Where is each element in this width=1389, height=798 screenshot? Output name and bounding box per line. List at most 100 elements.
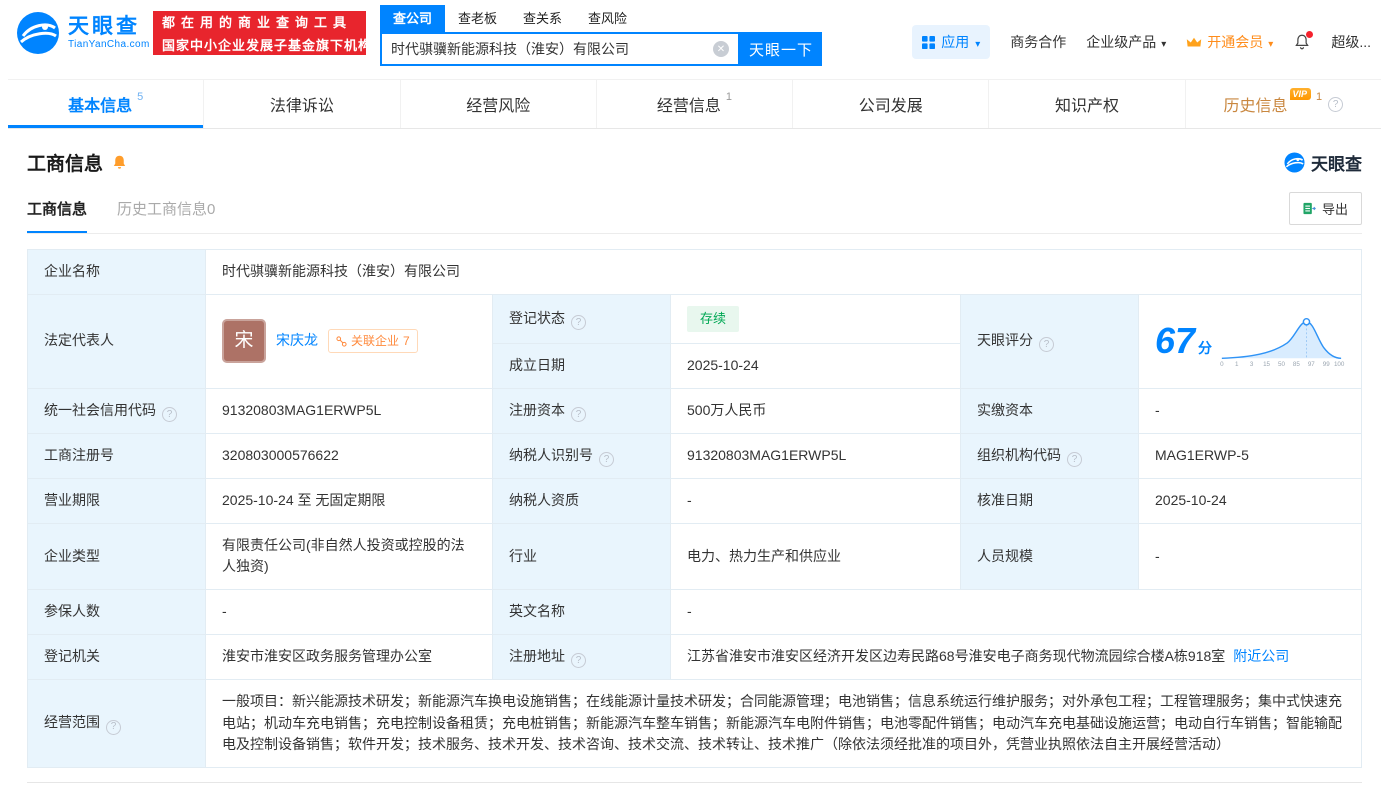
field-label-org-code: 组织机构代码: [960, 432, 1139, 480]
value-text: -: [1155, 401, 1160, 418]
label-text: 营业期限: [44, 492, 100, 509]
nav-open-membership[interactable]: 开通会员: [1186, 32, 1273, 52]
export-button[interactable]: 导出: [1288, 192, 1362, 225]
crown-icon: [1187, 37, 1202, 46]
address-text: 江苏省淮安市淮安区经济开发区边寿民路68号淮安电子商务现代物流园综合楼A栋918…: [687, 648, 1226, 665]
field-value-establish-date: 2025-10-24: [670, 342, 961, 389]
value-text: -: [687, 492, 692, 509]
search-input[interactable]: [391, 41, 713, 57]
export-label: 导出: [1321, 202, 1348, 217]
field-label-paid-capital: 实缴资本: [960, 387, 1139, 434]
svg-text:1: 1: [1235, 361, 1239, 368]
tab-legal-proceedings[interactable]: 法律诉讼: [203, 80, 399, 128]
value-text: -: [1155, 547, 1160, 564]
field-value-staff-size: -: [1138, 522, 1362, 591]
field-label-english-name: 英文名称: [492, 589, 671, 635]
field-value-paid-capital: -: [1138, 387, 1362, 434]
search-row: 天眼一下: [380, 32, 822, 66]
tianyancha-logo-icon: [17, 12, 59, 54]
logo-text: 天眼查 TianYanCha.com: [68, 15, 150, 51]
legal-rep-name-link[interactable]: 宋庆龙: [276, 330, 318, 352]
value-text: 2025-10-24: [1155, 492, 1227, 509]
subtab-business-info[interactable]: 工商信息: [27, 198, 88, 233]
label-text: 实缴资本: [977, 401, 1033, 418]
field-value-taxpayer-id: 91320803MAG1ERWP5L: [670, 432, 961, 480]
search-tab-boss[interactable]: 查老板: [445, 5, 510, 32]
main-content: 工商信息 天眼查 工商信息 历史工商信息0 导出 企业名称 时代骐骥新能源科技（…: [0, 129, 1389, 784]
status-badge: 存续: [687, 305, 740, 332]
tianyancha-logo[interactable]: 天眼查 TianYanCha.com: [16, 11, 150, 55]
svg-text:3: 3: [1250, 361, 1254, 368]
value-text: 淮安市淮安区政务服务管理办公室: [222, 648, 432, 665]
help-icon[interactable]: [1328, 96, 1344, 112]
field-value-approved-date: 2025-10-24: [1138, 478, 1362, 524]
help-icon[interactable]: [1039, 337, 1054, 353]
tab-label: 经营风险: [466, 98, 531, 115]
subtabs: 工商信息 历史工商信息0: [27, 198, 215, 233]
apps-label: 应用: [941, 34, 970, 50]
tab-operation-info[interactable]: 经营信息 1: [595, 80, 792, 128]
help-icon[interactable]: [571, 406, 586, 422]
related-companies-badge[interactable]: 关联企业 7: [328, 328, 418, 354]
field-label-reg-number: 工商注册号: [27, 432, 206, 480]
svg-text:99: 99: [1323, 361, 1330, 368]
label-text: 工商注册号: [44, 447, 114, 464]
field-label-industry: 行业: [492, 522, 671, 591]
slogan-line1: 都在用的商业查询工具: [162, 15, 353, 30]
field-label-establish-date: 成立日期: [492, 342, 671, 389]
tab-count: 1: [1316, 91, 1323, 103]
tab-operation-risk[interactable]: 经营风险: [399, 80, 596, 128]
value-text: MAG1ERWP-5: [1155, 447, 1249, 464]
help-icon[interactable]: [162, 406, 177, 422]
label-text: 经营范围: [44, 714, 100, 731]
field-label-approved-date: 核准日期: [960, 478, 1139, 524]
help-icon[interactable]: [571, 653, 586, 669]
legal-rep-avatar[interactable]: 宋: [222, 319, 266, 364]
svg-text:100: 100: [1334, 361, 1345, 368]
search-tab-company[interactable]: 查公司: [380, 5, 446, 32]
nearby-companies-link[interactable]: 附近公司: [1233, 648, 1289, 664]
tianyancha-watermark-icon: [1284, 152, 1305, 173]
label-text: 纳税人资质: [509, 492, 579, 509]
table-row: 企业名称 时代骐骥新能源科技（淮安）有限公司: [27, 249, 1362, 295]
notifications-button[interactable]: [1293, 31, 1314, 51]
search-tab-relation[interactable]: 查关系: [510, 5, 575, 32]
field-value-industry: 电力、热力生产和供应业: [670, 522, 961, 591]
logo-text-en: TianYanCha.com: [68, 39, 150, 51]
table-row: 企业类型 有限责任公司(非自然人投资或控股的法人独资) 行业 电力、热力生产和供…: [27, 522, 1362, 591]
tab-history-info[interactable]: 历史信息 VIP 1: [1184, 80, 1381, 128]
help-icon[interactable]: [599, 452, 614, 468]
help-icon[interactable]: [1067, 452, 1082, 468]
search-type-tabs: 查公司 查老板 查关系 查风险: [380, 5, 822, 32]
subtab-history-business-info[interactable]: 历史工商信息0: [117, 198, 215, 233]
nav-super-vip[interactable]: 超级...: [1331, 32, 1371, 52]
score-value: 67: [1155, 320, 1196, 362]
vip-badge: VIP: [1289, 88, 1312, 100]
tab-intellectual-property[interactable]: 知识产权: [988, 80, 1184, 128]
field-value-score: 67 分 0 1 3 15 50 85 97 99 100: [1138, 293, 1362, 389]
tab-label: 知识产权: [1055, 98, 1120, 115]
label-text: 人员规模: [977, 547, 1033, 564]
alarm-bell-icon[interactable]: [111, 154, 128, 171]
tab-company-development[interactable]: 公司发展: [792, 80, 988, 128]
label-text: 行业: [509, 547, 537, 564]
related-companies-icon: [336, 336, 347, 347]
related-companies-count: 7: [403, 333, 410, 348]
value-text: 91320803MAG1ERWP5L: [687, 447, 847, 464]
nav-business-cooperation[interactable]: 商务合作: [1010, 32, 1066, 52]
subtab-bar: 工商信息 历史工商信息0 导出: [27, 192, 1362, 234]
nav-enterprise-products[interactable]: 企业级产品: [1086, 32, 1166, 52]
search-button[interactable]: 天眼一下: [740, 32, 822, 66]
clear-search-icon[interactable]: [713, 41, 729, 57]
apps-menu-button[interactable]: 应用: [912, 25, 991, 59]
label-text: 统一社会信用代码: [44, 401, 156, 418]
value-text: -: [687, 603, 692, 620]
help-icon[interactable]: [571, 314, 586, 330]
tab-basic-info[interactable]: 基本信息 5: [8, 80, 203, 128]
section-header: 工商信息 天眼查: [27, 149, 1362, 176]
help-icon[interactable]: [106, 719, 121, 735]
watermark-text: 天眼查: [1311, 155, 1362, 174]
page-bottom-divider: [27, 782, 1362, 784]
search-tab-risk[interactable]: 查风险: [575, 5, 640, 32]
top-header: 天眼查 TianYanCha.com 都在用的商业查询工具 国家中小企业发展子基…: [0, 0, 1389, 66]
